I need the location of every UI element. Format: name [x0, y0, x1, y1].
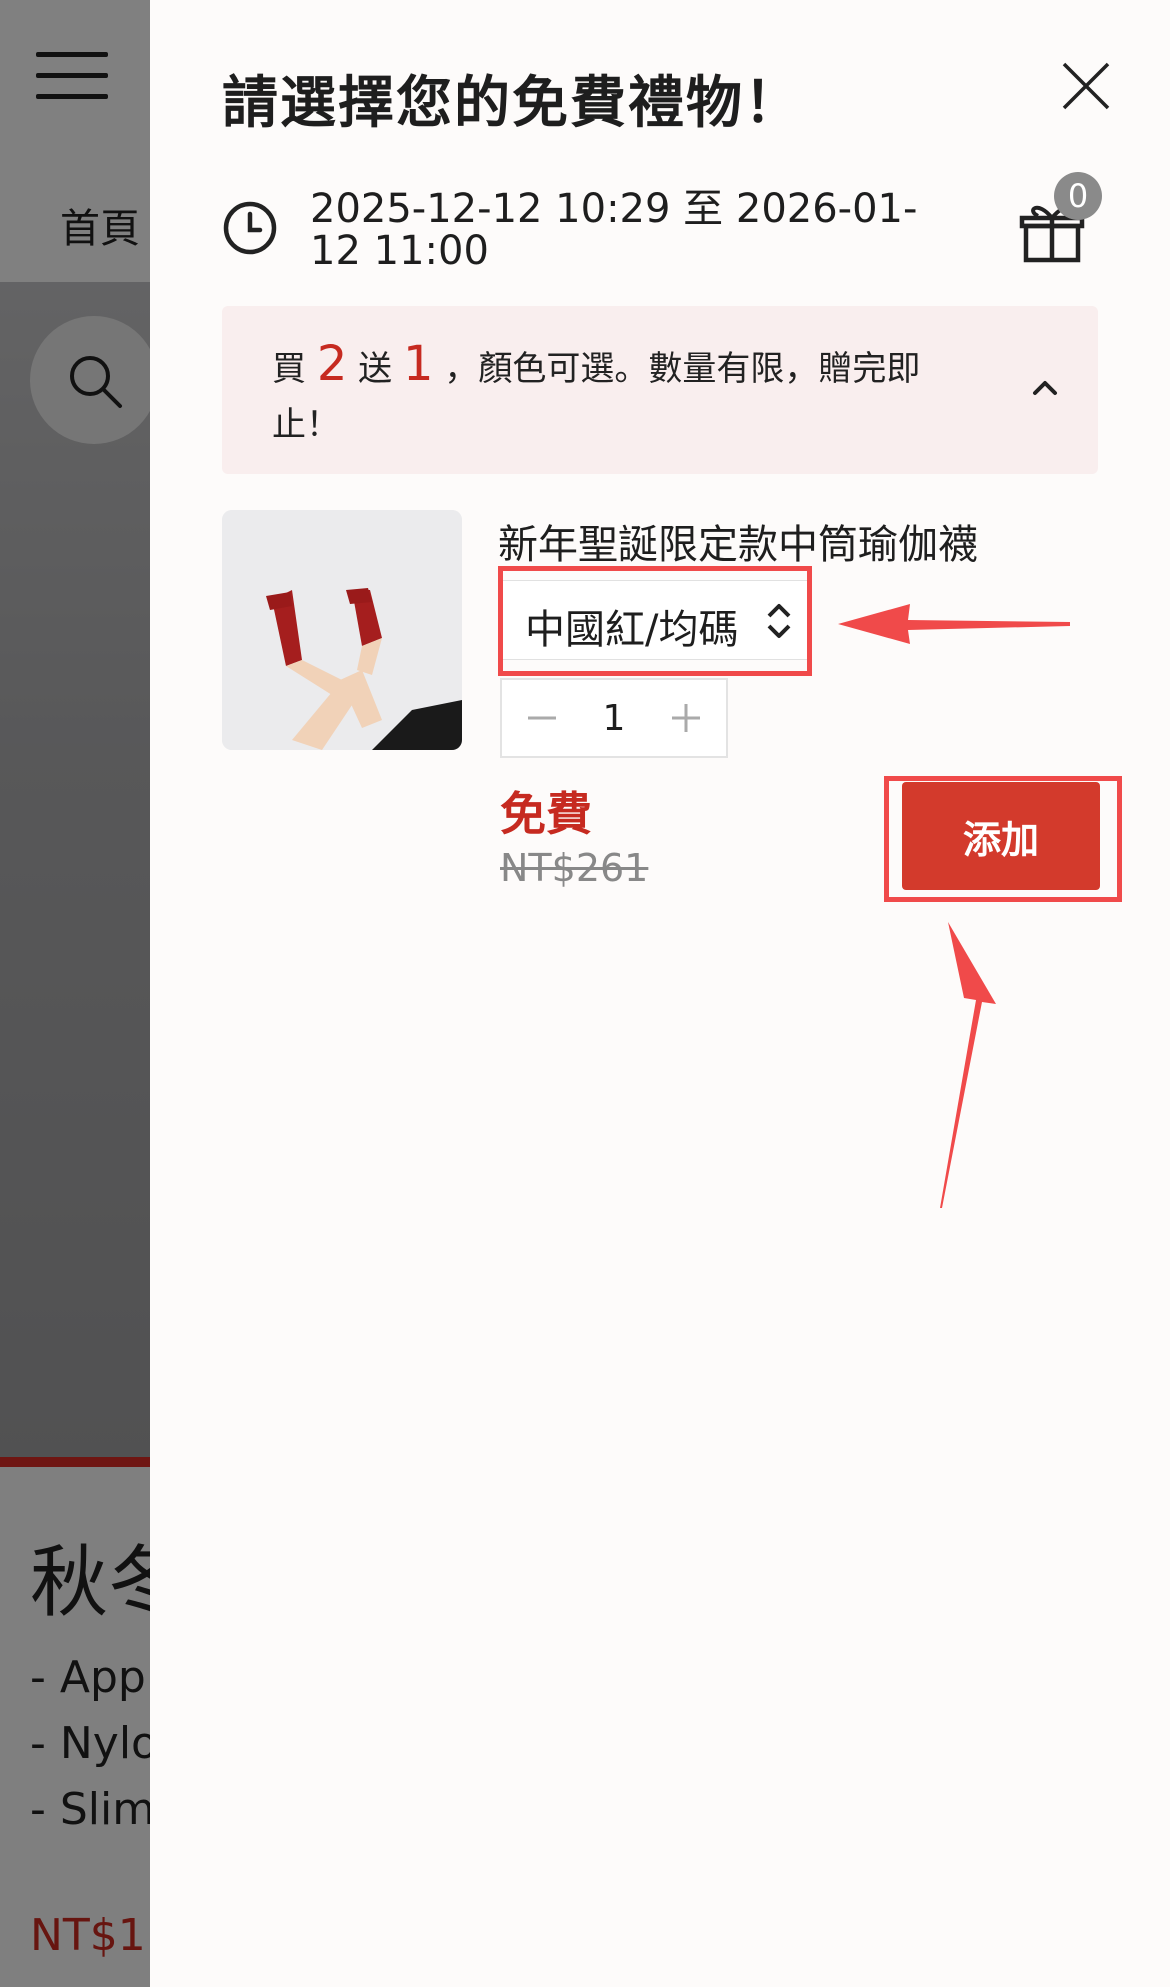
annotation-arrows: [838, 604, 1070, 1208]
gift-drawer: 請選擇您的免費禮物！ 2025-12-12 10:29 至 2026-01-12…: [150, 0, 1170, 1987]
